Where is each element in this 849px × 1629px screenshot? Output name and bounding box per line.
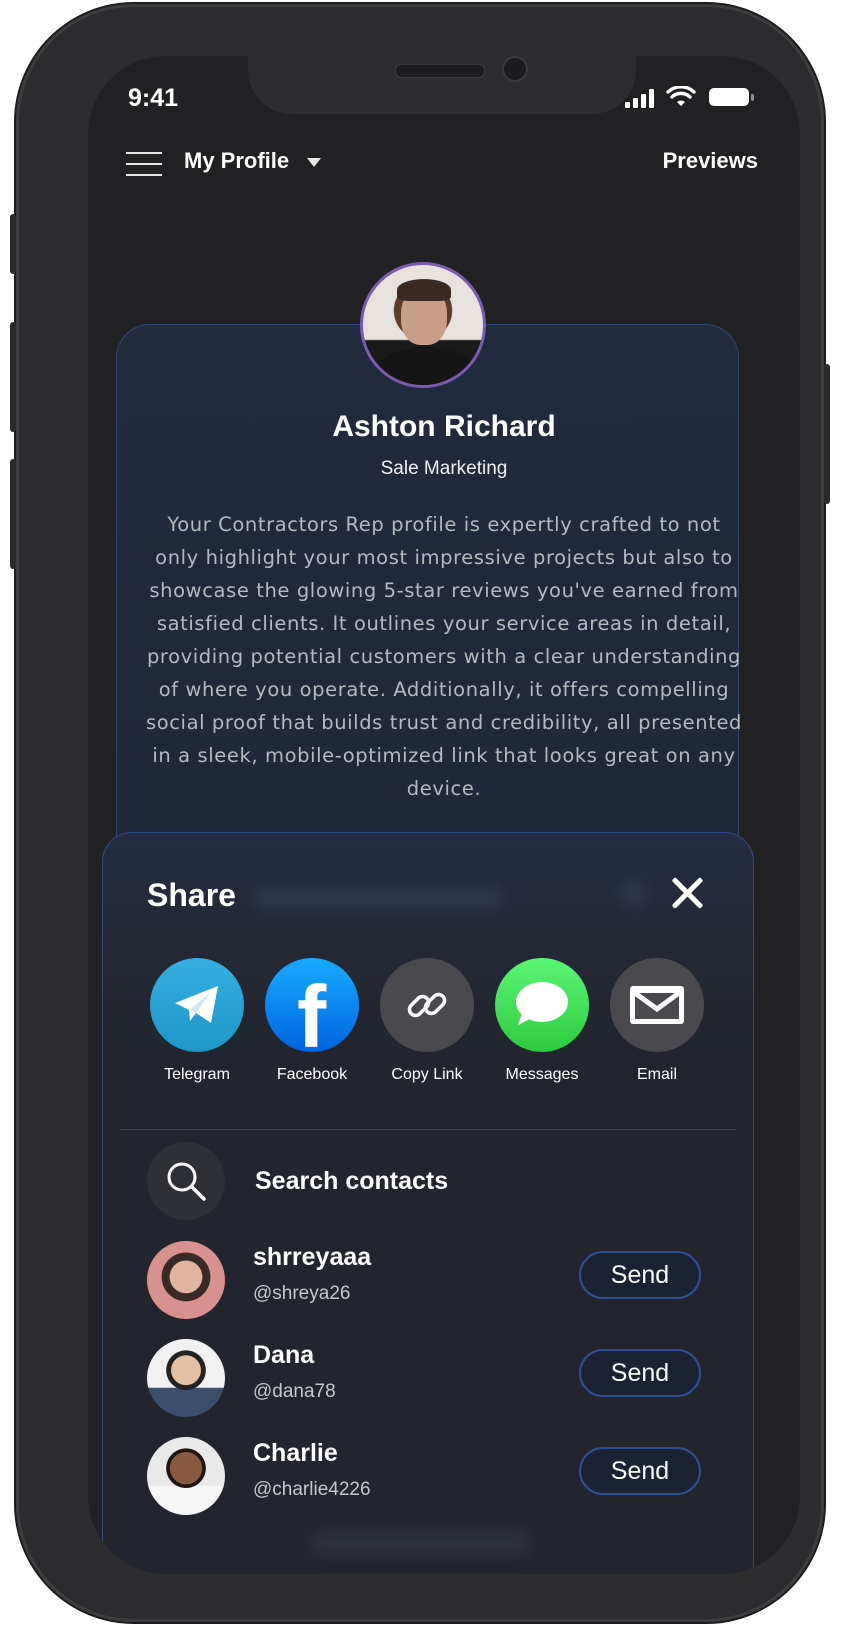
avatar <box>147 1339 225 1417</box>
link-icon <box>380 958 474 1052</box>
share-label-messages: Messages <box>505 1066 579 1083</box>
close-button[interactable] <box>669 875 705 911</box>
volume-down-button <box>10 459 16 569</box>
share-label-telegram: Telegram <box>164 1066 230 1083</box>
share-sheet: Share Telegram f Facebook Copy Link Mess… <box>102 832 754 1574</box>
share-targets: Telegram f Facebook Copy Link Messages E… <box>147 958 707 1084</box>
email-icon <box>610 958 704 1052</box>
chevron-down-icon <box>307 158 322 167</box>
screen: 9:41 My Profile Previews Ashton Richard … <box>88 56 800 1574</box>
cellular-signal-icon <box>625 88 654 108</box>
contact-name: Dana <box>253 1341 315 1369</box>
front-camera <box>502 56 528 82</box>
contact-row: shrreyaaa @shreya26 Send <box>147 1241 707 1321</box>
phone-frame: 9:41 My Profile Previews Ashton Richard … <box>10 4 830 1622</box>
profile-bio: Your Contractors Rep profile is expertly… <box>145 513 743 800</box>
search-contacts[interactable]: Search contacts <box>147 1141 707 1221</box>
contact-handle: @shreya26 <box>253 1283 351 1304</box>
search-icon <box>147 1142 225 1220</box>
profile-role: Sale Marketing <box>380 458 508 479</box>
facebook-icon: f <box>265 958 359 1052</box>
page-title: My Profile <box>184 148 290 173</box>
profile-name: Ashton Richard <box>332 410 556 443</box>
top-bar: My Profile Previews <box>88 146 800 186</box>
send-button[interactable]: Send <box>579 1251 701 1299</box>
contact-row: Charlie @charlie4226 Send <box>147 1437 707 1517</box>
share-copy-link[interactable]: Copy Link <box>377 958 477 1084</box>
contact-handle: @dana78 <box>253 1381 336 1402</box>
previews-button[interactable]: Previews <box>663 148 758 174</box>
share-facebook[interactable]: f Facebook <box>262 958 362 1084</box>
contact-handle: @charlie4226 <box>253 1479 371 1500</box>
share-label-email: Email <box>636 1066 677 1083</box>
notch <box>248 56 636 114</box>
avatar <box>147 1241 225 1319</box>
blurred-background-dot <box>618 879 648 909</box>
share-sheet-title: Share <box>147 877 236 913</box>
speaker-grille <box>395 64 485 78</box>
share-messages[interactable]: Messages <box>492 958 592 1084</box>
blurred-background-bar <box>253 887 503 909</box>
battery-icon <box>709 88 754 106</box>
share-email[interactable]: Email <box>607 958 707 1084</box>
profile-avatar <box>360 262 486 388</box>
status-time: 9:41 <box>128 84 179 112</box>
menu-icon[interactable] <box>126 152 162 178</box>
divider <box>119 1129 737 1130</box>
profile-selector[interactable]: My Profile <box>184 148 322 174</box>
send-button[interactable]: Send <box>579 1349 701 1397</box>
status-icons <box>625 86 756 108</box>
send-button[interactable]: Send <box>579 1447 701 1495</box>
mute-switch <box>10 214 16 274</box>
avatar <box>147 1437 225 1515</box>
contact-name: Charlie <box>253 1439 338 1467</box>
share-label-copy-link: Copy Link <box>391 1066 463 1083</box>
contact-row: Dana @dana78 Send <box>147 1339 707 1419</box>
search-contacts-label: Search contacts <box>255 1166 449 1195</box>
share-label-facebook: Facebook <box>276 1066 348 1083</box>
share-telegram[interactable]: Telegram <box>147 958 247 1084</box>
contact-name: shrreyaaa <box>253 1243 372 1271</box>
messages-icon <box>495 958 589 1052</box>
power-button <box>824 364 830 504</box>
home-indicator <box>311 1533 531 1553</box>
telegram-icon <box>150 958 244 1052</box>
volume-up-button <box>10 322 16 432</box>
wifi-icon <box>666 86 696 106</box>
